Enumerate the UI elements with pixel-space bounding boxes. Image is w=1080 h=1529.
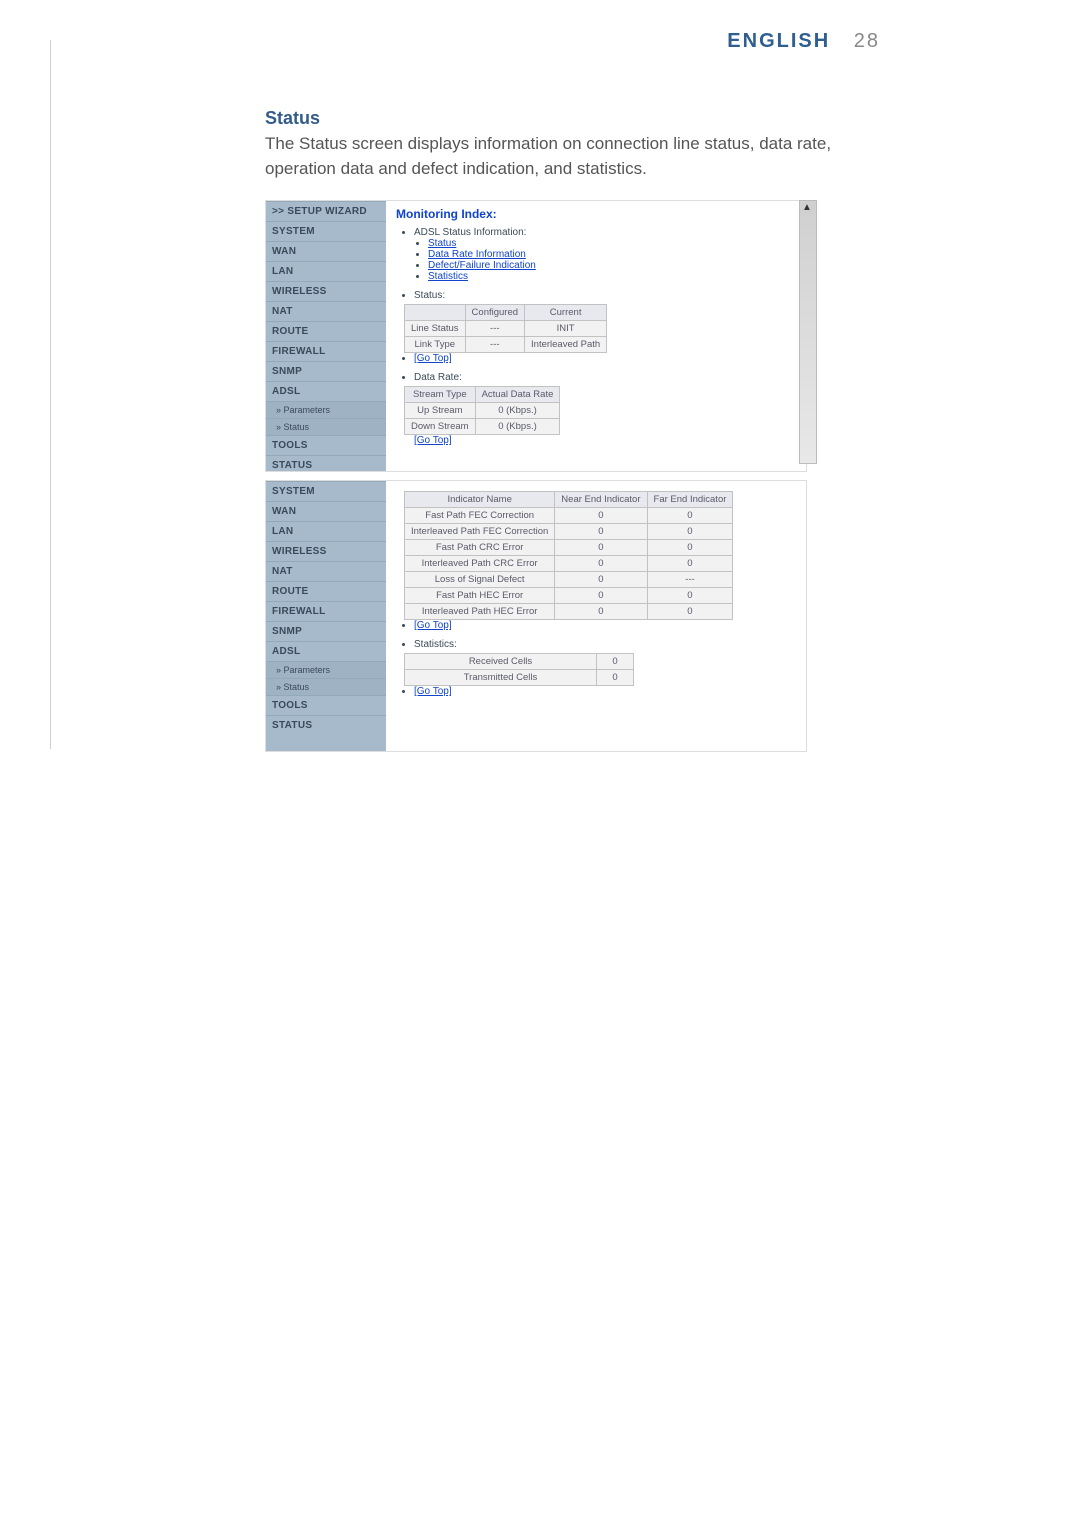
sidebar-item-nat[interactable]: NAT [266,561,386,581]
screenshot-panel-1: >> SETUP WIZARD SYSTEM WAN LAN WIRELESS … [265,200,807,472]
link-statistics[interactable]: Statistics [428,271,468,282]
link-data-rate[interactable]: Data Rate Information [428,249,526,260]
sidebar-item-lan[interactable]: LAN [266,261,386,281]
sidebar-item-lan[interactable]: LAN [266,521,386,541]
go-top-link[interactable]: [Go Top] [414,686,452,697]
sidebar-item-adsl[interactable]: ADSL [266,641,386,661]
scroll-up-icon[interactable]: ▲ [800,201,814,215]
status-table: Configured Current Line Status --- INIT … [404,304,607,353]
table-row: Received Cells0 [405,654,634,670]
sidebar-item-status[interactable]: STATUS [266,715,386,735]
sidebar-sub-parameters[interactable]: » Parameters [266,401,386,418]
sidebar-item-wan[interactable]: WAN [266,501,386,521]
data-rate-section-label: Data Rate: [414,372,800,383]
sidebar-item-route[interactable]: ROUTE [266,321,386,341]
data-rate-table: Stream Type Actual Data Rate Up Stream 0… [404,386,560,435]
statistics-table: Received Cells0 Transmitted Cells0 [404,653,634,686]
table-row: Interleaved Path HEC Error00 [405,604,733,620]
header-language: ENGLISH [727,30,830,52]
go-top-link[interactable]: [Go Top] [414,435,452,446]
sidebar-item-status[interactable]: STATUS [266,455,386,475]
table-row: Link Type --- Interleaved Path [405,337,607,353]
page-header: ENGLISH 28 [727,30,880,53]
link-status[interactable]: Status [428,238,456,249]
table-row: Fast Path FEC Correction00 [405,508,733,524]
status-th-configured: Configured [465,305,524,321]
go-top-link[interactable]: [Go Top] [414,620,452,631]
document-page: ENGLISH 28 Status The Status screen disp… [0,0,1080,1529]
go-top-link[interactable]: [Go Top] [414,353,452,364]
sidebar-item-wireless[interactable]: WIRELESS [266,541,386,561]
statistics-section-label: Statistics: [414,639,800,650]
nav-sidebar: SYSTEM WAN LAN WIRELESS NAT ROUTE FIREWA… [266,481,386,751]
status-th-current: Current [525,305,607,321]
status-th-blank [405,305,466,321]
nav-sidebar: >> SETUP WIZARD SYSTEM WAN LAN WIRELESS … [266,201,386,471]
sidebar-sub-status[interactable]: » Status [266,678,386,695]
sidebar-item-wan[interactable]: WAN [266,241,386,261]
sidebar-sub-parameters[interactable]: » Parameters [266,661,386,678]
header-page-number: 28 [854,30,880,52]
ind-th-name: Indicator Name [405,492,555,508]
sidebar-sub-status[interactable]: » Status [266,418,386,435]
ind-th-far: Far End Indicator [647,492,733,508]
sidebar-item-firewall[interactable]: FIREWALL [266,341,386,361]
sidebar-item-tools[interactable]: TOOLS [266,695,386,715]
left-margin-rule [50,40,51,749]
sidebar-item-system[interactable]: SYSTEM [266,221,386,241]
sidebar-item-system[interactable]: SYSTEM [266,481,386,501]
screenshot-panel-2: SYSTEM WAN LAN WIRELESS NAT ROUTE FIREWA… [265,480,807,752]
rate-th-stream: Stream Type [405,387,476,403]
sidebar-item-snmp[interactable]: SNMP [266,361,386,381]
indicator-table: Indicator Name Near End Indicator Far En… [404,491,733,620]
monitoring-index-heading: Monitoring Index: [396,207,800,221]
table-row: Down Stream 0 (Kbps.) [405,419,560,435]
sidebar-item-firewall[interactable]: FIREWALL [266,601,386,621]
sidebar-item-nat[interactable]: NAT [266,301,386,321]
sidebar-item-snmp[interactable]: SNMP [266,621,386,641]
table-row: Interleaved Path FEC Correction00 [405,524,733,540]
sidebar-item-wireless[interactable]: WIRELESS [266,281,386,301]
panel2-content: Indicator Name Near End Indicator Far En… [396,491,800,697]
sidebar-item-tools[interactable]: TOOLS [266,435,386,455]
section-title: Status [265,108,320,129]
ind-th-near: Near End Indicator [555,492,647,508]
sidebar-item-route[interactable]: ROUTE [266,581,386,601]
table-row: Fast Path HEC Error00 [405,588,733,604]
table-row: Interleaved Path CRC Error00 [405,556,733,572]
scrollbar[interactable]: ▲ [799,200,817,464]
rate-th-actual: Actual Data Rate [475,387,560,403]
table-row: Up Stream 0 (Kbps.) [405,403,560,419]
panel1-content: Monitoring Index: ADSL Status Informatio… [396,205,800,446]
table-row: Line Status --- INIT [405,321,607,337]
sidebar-item-adsl[interactable]: ADSL [266,381,386,401]
table-row: Transmitted Cells0 [405,670,634,686]
adsl-status-info-label: ADSL Status Information: Status Data Rat… [414,227,800,282]
section-body-text: The Status screen displays information o… [265,132,895,181]
table-row: Fast Path CRC Error00 [405,540,733,556]
status-section-label: Status: [414,290,800,301]
link-defect[interactable]: Defect/Failure Indication [428,260,536,271]
sidebar-setup-wizard[interactable]: >> SETUP WIZARD [266,201,386,221]
table-row: Loss of Signal Defect0--- [405,572,733,588]
